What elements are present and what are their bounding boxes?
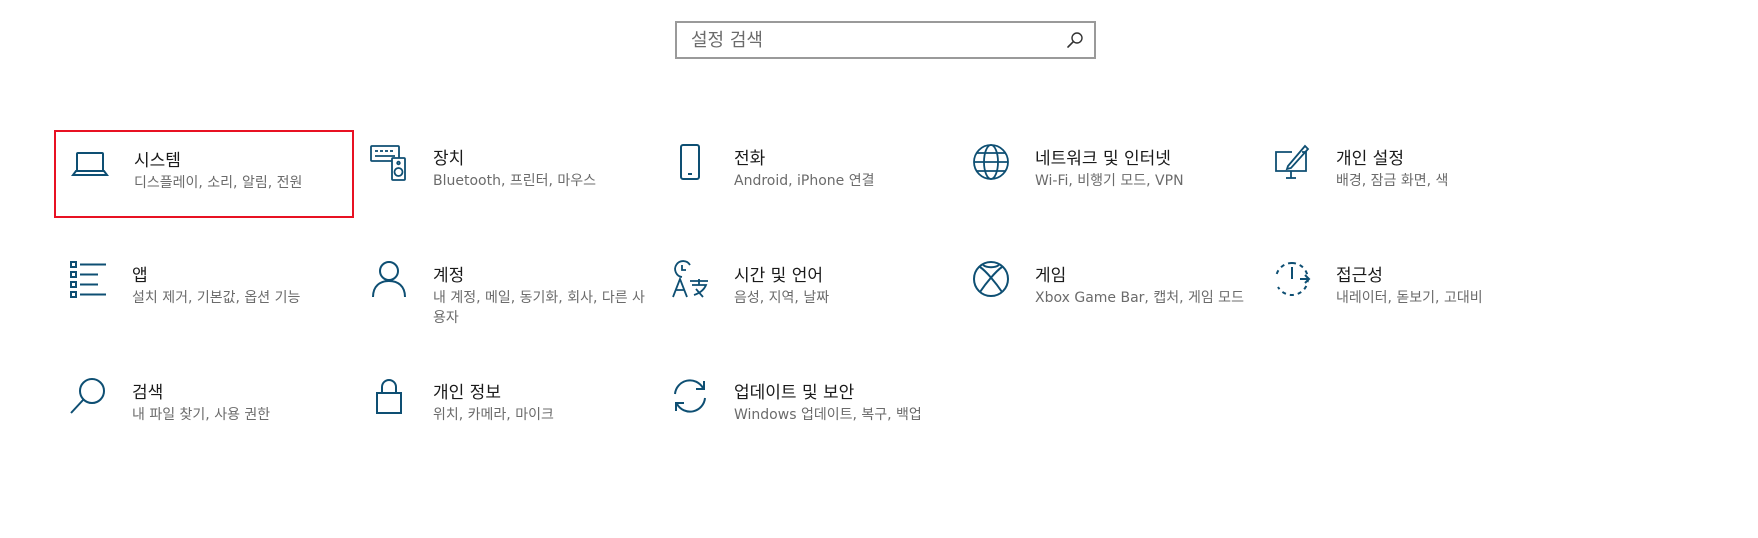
tile-title: 업데이트 및 보안 [734,383,855,403]
tile-description: Bluetooth, 프린터, 마우스 [433,173,597,189]
tile-title: 앱 [132,266,148,286]
tile-description: Wi-Fi, 비행기 모드, VPN [1035,173,1184,189]
tile-system[interactable]: 시스템 디스플레이, 소리, 알림, 전원 [54,130,354,218]
tile-description: 배경, 잠금 화면, 색 [1336,173,1449,189]
tile-title: 개인 설정 [1336,149,1404,169]
tile-description: 음성, 지역, 날짜 [734,290,830,306]
tile-title: 게임 [1035,266,1067,286]
tile-apps[interactable]: 앱 설치 제거, 기본값, 옵션 기능 [54,247,354,335]
tile-description: 디스플레이, 소리, 알림, 전원 [134,175,303,191]
tile-description: 내 파일 찾기, 사용 권한 [132,407,271,423]
tile-devices[interactable]: 장치 Bluetooth, 프린터, 마우스 [355,130,655,218]
search-input[interactable] [677,23,1061,57]
tile-description: Windows 업데이트, 복구, 백업 [734,407,922,423]
tile-time-language[interactable]: 시간 및 언어 음성, 지역, 날짜 [656,247,956,335]
time-language-icon [670,259,710,299]
personalization-icon [1272,142,1312,182]
tile-title: 계정 [433,266,465,286]
tile-accessibility[interactable]: 접근성 내레이터, 돋보기, 고대비 [1258,247,1558,335]
search-magnifier-icon [68,376,108,416]
tile-personalization[interactable]: 개인 설정 배경, 잠금 화면, 색 [1258,130,1558,218]
tile-title: 시간 및 언어 [734,266,824,286]
tile-privacy[interactable]: 개인 정보 위치, 카메라, 마이크 [355,364,655,452]
laptop-icon [70,144,110,184]
tile-description: Xbox Game Bar, 캡처, 게임 모드 [1035,290,1244,306]
devices-icon [369,142,409,182]
accessibility-icon [1272,259,1312,299]
tile-title: 시스템 [134,151,181,171]
tile-title: 네트워크 및 인터넷 [1035,149,1171,169]
tile-gaming[interactable]: 게임 Xbox Game Bar, 캡처, 게임 모드 [957,247,1257,335]
tile-search[interactable]: 검색 내 파일 찾기, 사용 권한 [54,364,354,452]
tile-phone[interactable]: 전화 Android, iPhone 연결 [656,130,956,218]
tile-title: 전화 [734,149,766,169]
tile-description: 내 계정, 메일, 동기화, 회사, 다른 사용자 [433,290,645,326]
phone-icon [670,142,710,182]
tile-network[interactable]: 네트워크 및 인터넷 Wi-Fi, 비행기 모드, VPN [957,130,1257,218]
tile-description: Android, iPhone 연결 [734,173,875,189]
tile-title: 장치 [433,149,465,169]
tile-description: 설치 제거, 기본값, 옵션 기능 [132,290,301,306]
tile-title: 검색 [132,383,164,403]
lock-icon [369,376,409,416]
tile-accounts[interactable]: 계정 내 계정, 메일, 동기화, 회사, 다른 사용자 [355,247,655,335]
tile-title: 접근성 [1336,266,1383,286]
tile-description: 위치, 카메라, 마이크 [433,407,554,423]
xbox-icon [971,259,1011,299]
search-box[interactable] [675,21,1096,59]
sync-icon [670,376,710,416]
tile-description: 내레이터, 돋보기, 고대비 [1336,290,1483,306]
apps-list-icon [68,259,108,299]
search-icon[interactable] [1066,31,1084,49]
tile-update-security[interactable]: 업데이트 및 보안 Windows 업데이트, 복구, 백업 [656,364,956,452]
tile-title: 개인 정보 [433,383,501,403]
globe-icon [971,142,1011,182]
person-icon [369,259,409,299]
